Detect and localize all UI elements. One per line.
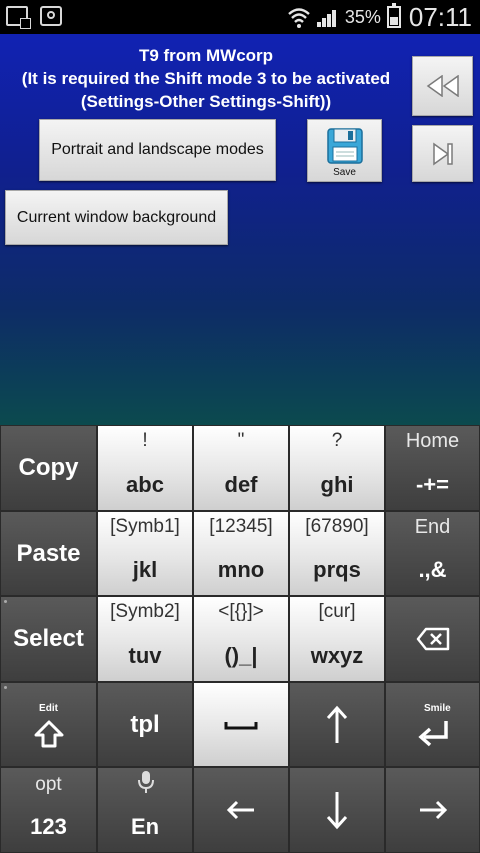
end-key[interactable]: End .,& (385, 511, 480, 596)
edit-tag: Edit (39, 703, 58, 714)
tpl-label: tpl (130, 710, 160, 738)
key-wxyz[interactable]: [cur] wxyz (289, 596, 385, 682)
arrow-up-key[interactable] (289, 682, 385, 767)
key-def-top: " (237, 430, 245, 451)
shift-key[interactable]: Edit (0, 682, 97, 767)
key-abc[interactable]: ! abc (97, 425, 193, 511)
key-abc-top: ! (142, 430, 148, 451)
skip-next-button[interactable] (412, 125, 473, 182)
save-button[interactable]: Save (307, 119, 382, 182)
key-prqs[interactable]: [67890] prqs (289, 511, 385, 596)
paste-label: Paste (16, 539, 81, 567)
battery-icon (386, 3, 401, 28)
key-ghi-top: ? (331, 430, 343, 451)
arrow-down-icon (326, 792, 348, 830)
title-line-3: (Settings-Other Settings-Shift)) (80, 92, 332, 111)
copy-key[interactable]: Copy (0, 425, 97, 511)
t9-keyboard: Copy ! abc " def ? ghi Home -+= Paste [S… (0, 425, 480, 853)
key-mno[interactable]: [12345] mno (193, 511, 289, 596)
enter-icon (417, 720, 448, 746)
copy-label: Copy (18, 454, 79, 481)
select-key[interactable]: Select (0, 596, 97, 682)
language-label: En (130, 814, 160, 839)
key-ghi-main: ghi (320, 472, 354, 497)
wifi-icon (288, 8, 310, 28)
language-key[interactable]: En (97, 767, 193, 853)
opt-label: opt (35, 774, 62, 795)
arrow-left-icon (226, 800, 254, 820)
key-wxyz-top: [cur] (318, 601, 356, 622)
key-def-main: def (224, 472, 258, 497)
window-background-button[interactable]: Current window background (5, 190, 228, 245)
key-ghi[interactable]: ? ghi (289, 425, 385, 511)
end-sub-label: .,& (418, 557, 447, 582)
microphone-icon (138, 771, 154, 793)
save-label: Save (333, 167, 356, 178)
key-brackets-main: ()_| (224, 643, 258, 668)
paste-key[interactable]: Paste (0, 511, 97, 596)
space-icon (224, 721, 258, 729)
backspace-icon (416, 627, 449, 651)
space-key[interactable] (193, 682, 289, 767)
page-title: T9 from MWcorp (It is required the Shift… (8, 44, 404, 113)
tpl-key[interactable]: tpl (97, 682, 193, 767)
home-sub-label: -+= (415, 472, 450, 497)
key-tuv-top: [Symb2] (110, 601, 180, 622)
key-wxyz-main: wxyz (310, 643, 364, 668)
skip-next-icon (432, 142, 453, 165)
key-mno-main: mno (217, 557, 265, 582)
rewind-icon (426, 75, 459, 97)
smile-tag: Smile (424, 703, 451, 714)
key-def[interactable]: " def (193, 425, 289, 511)
key-mno-top: [12345] (209, 516, 273, 537)
key-abc-main: abc (126, 472, 164, 497)
key-jkl-main: jkl (132, 557, 158, 582)
window-background-label: Current window background (16, 208, 217, 226)
key-tuv[interactable]: [Symb2] tuv (97, 596, 193, 682)
key-brackets-top: <[{}]> (218, 601, 264, 622)
home-label: Home (405, 430, 460, 452)
key-jkl[interactable]: [Symb1] jkl (97, 511, 193, 596)
select-label: Select (13, 625, 84, 652)
floppy-save-icon (326, 127, 363, 164)
notification-x-icon (6, 6, 31, 29)
numeric-label: 123 (30, 814, 67, 839)
title-line-1: T9 from MWcorp (138, 46, 274, 65)
key-brackets[interactable]: <[{}]> ()_| (193, 596, 289, 682)
arrow-down-key[interactable] (289, 767, 385, 853)
portrait-landscape-label: Portrait and landscape modes (51, 141, 264, 158)
rewind-button[interactable] (412, 56, 473, 116)
key-jkl-top: [Symb1] (110, 516, 180, 537)
arrow-left-key[interactable] (193, 767, 289, 853)
key-prqs-top: [67890] (305, 516, 369, 537)
battery-percent: 35% (344, 6, 381, 27)
backspace-key[interactable] (385, 596, 480, 682)
signal-icon (316, 7, 339, 27)
title-line-2: (It is required the Shift mode 3 to be a… (21, 69, 391, 88)
screenshot-icon (40, 6, 62, 26)
arrow-right-icon (419, 800, 447, 820)
end-label: End (414, 516, 451, 538)
shift-arrow-icon (34, 720, 63, 747)
enter-key[interactable]: Smile (385, 682, 480, 767)
key-prqs-main: prqs (313, 557, 361, 582)
arrow-right-key[interactable] (385, 767, 480, 853)
status-bar: 35% 07:11 (0, 0, 480, 34)
clock: 07:11 (408, 1, 472, 32)
key-tuv-main: tuv (128, 643, 162, 668)
numeric-key[interactable]: opt 123 (0, 767, 97, 853)
home-key[interactable]: Home -+= (385, 425, 480, 511)
arrow-up-icon (326, 705, 348, 743)
settings-panel: T9 from MWcorp (It is required the Shift… (0, 34, 480, 425)
portrait-landscape-button[interactable]: Portrait and landscape modes (39, 119, 276, 181)
